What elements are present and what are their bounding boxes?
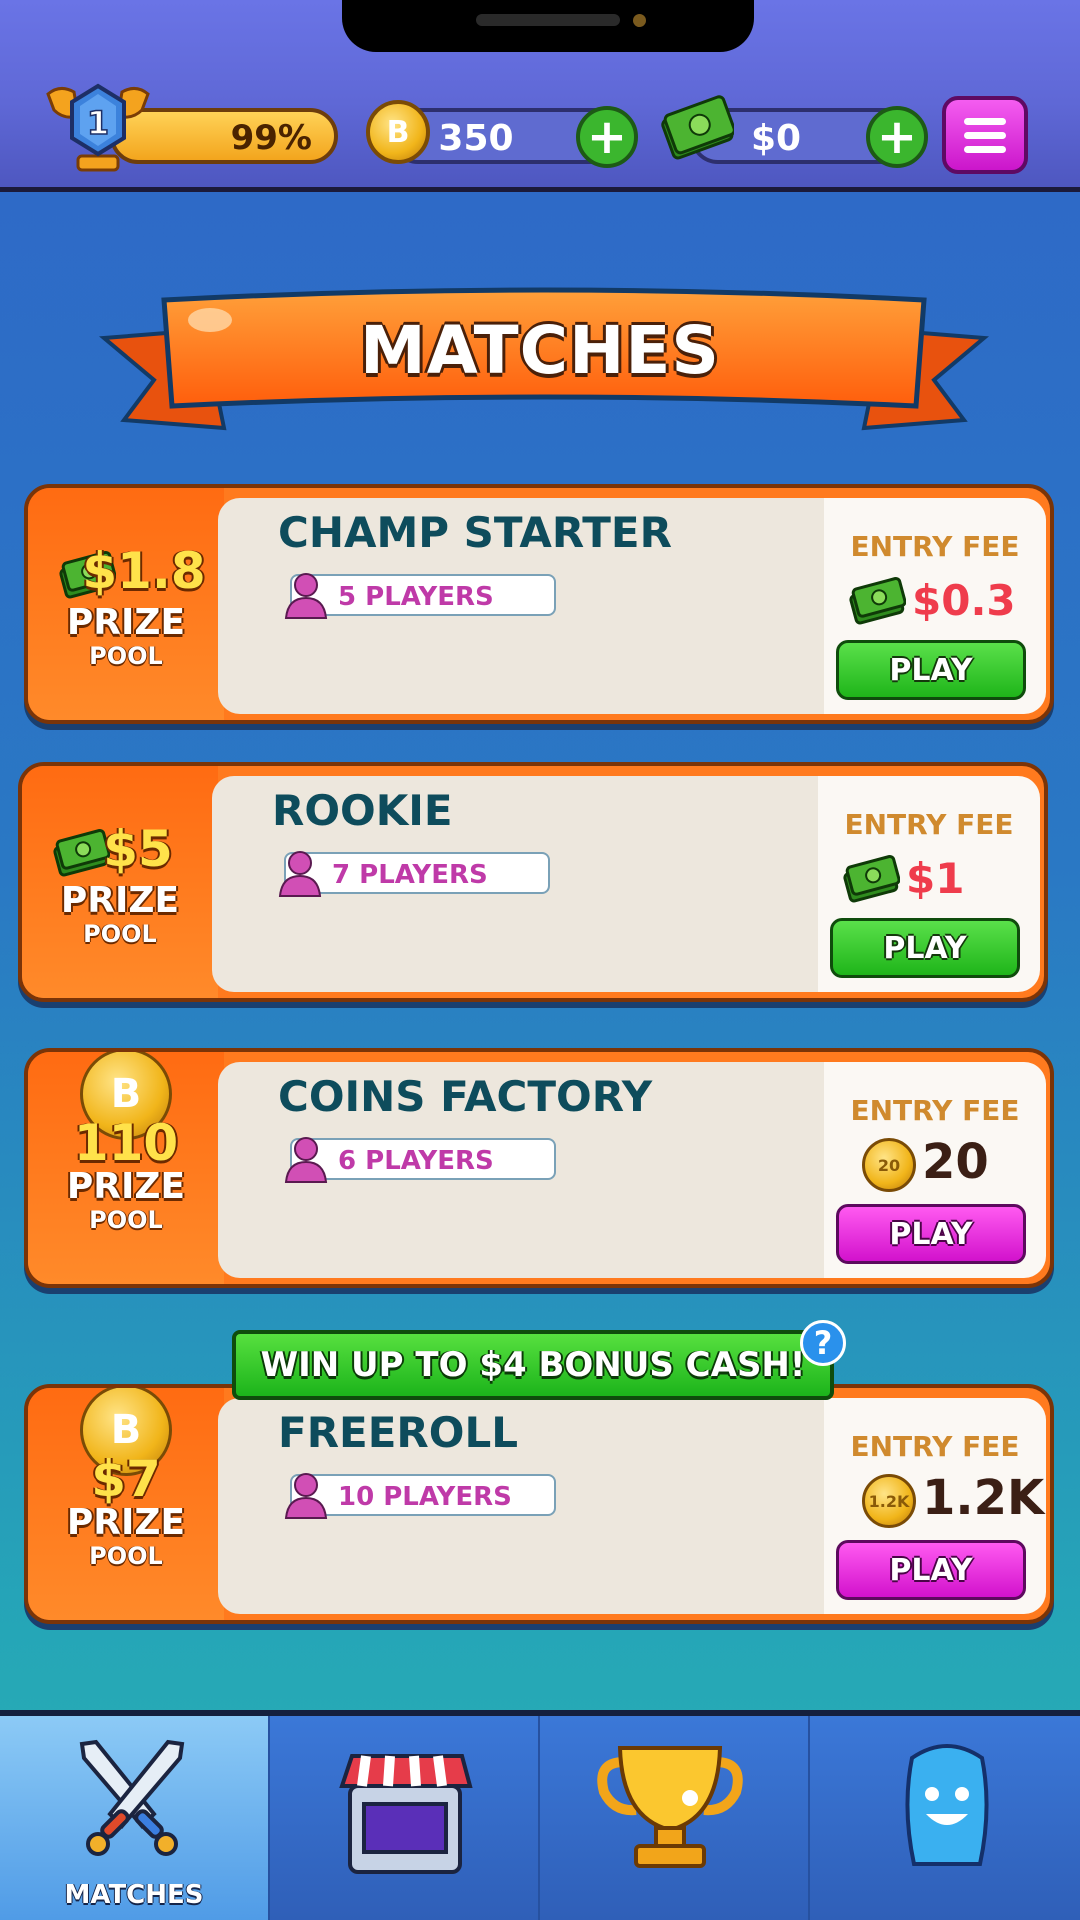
player-icon [282,570,330,620]
device-notch [342,0,754,52]
fee-coin-icon: 1.2K [862,1474,916,1528]
menu-icon [964,117,1006,125]
play-button[interactable]: PLAY [836,640,1026,700]
match-name: ROOKIE [272,786,453,835]
level-trophy-icon[interactable]: 1 [38,76,158,176]
hamburger-menu-button[interactable] [942,96,1028,174]
players-label: 5 PLAYERS [338,582,494,612]
entry-fee-value: $0.3 [912,576,1016,625]
player-icon [282,1134,330,1184]
nav-tab-leaderboard[interactable] [540,1716,810,1920]
level-number: 1 [87,104,109,142]
nav-label-matches: MATCHES [64,1880,204,1910]
coin-icon: B [366,100,430,164]
page-title: MATCHES [360,312,720,389]
match-card[interactable]: B 110 PRIZE POOL COINS FACTORY 6 PLAYERS ENTRY… [24,1048,1054,1288]
entry-fee-value: 1.2K [922,1470,1045,1526]
match-name: CHAMP STARTER [278,508,672,557]
shop-icon [339,1754,473,1874]
bonus-cash-banner[interactable]: WIN UP TO $4 BONUS CASH! [232,1330,834,1400]
match-card[interactable]: B $7 PRIZE POOL FREEROLL 10 PLAYERS ENTRY FEE 1… [24,1384,1054,1624]
cash-stack-icon [661,95,734,160]
entry-fee-label: ENTRY FEE [844,808,1014,841]
match-name: FREEROLL [278,1408,518,1457]
pool-label: POOL [89,1206,163,1234]
prize-amount: $5 [103,820,173,878]
prize-label: PRIZE [66,1166,186,1207]
player-icon [276,848,324,898]
prize-amount: $7 [91,1450,161,1508]
match-card[interactable]: $5 PRIZE POOL ROOKIE 7 PLAYERS ENTRY FEE $1 PLA… [18,762,1048,1002]
players-label: 10 PLAYERS [338,1482,512,1512]
play-button[interactable]: PLAY [836,1204,1026,1264]
entry-fee-label: ENTRY FEE [850,530,1020,563]
player-icon [282,1470,330,1520]
prize-label: PRIZE [60,880,180,921]
crossed-swords-icon [79,1739,185,1856]
profile-avatar-icon [905,1744,989,1866]
players-label: 7 PLAYERS [332,860,488,890]
prize-amount: $1.8 [82,542,206,600]
entry-fee-value: $1 [906,854,965,903]
entry-fee-label: ENTRY FEE [850,1430,1020,1463]
prize-label: PRIZE [66,602,186,643]
nav-tab-shop[interactable] [270,1716,540,1920]
fee-coin-icon: 20 [862,1138,916,1192]
play-button[interactable]: PLAY [836,1540,1026,1600]
fee-cash-icon [842,854,901,904]
entry-fee-value: 20 [922,1134,989,1190]
add-coins-button[interactable]: + [576,106,638,168]
match-card[interactable]: $1.8 PRIZE POOL CHAMP STARTER 5 PLAYERS ENTRY… [24,484,1054,724]
bottom-navigation: MATCHES [0,1710,1080,1920]
prize-label: PRIZE [66,1502,186,1543]
entry-fee-label: ENTRY FEE [850,1094,1020,1127]
prize-amount: 110 [73,1114,179,1172]
xp-percent: 99% [230,118,312,158]
trophy-icon [597,1746,743,1868]
players-label: 6 PLAYERS [338,1146,494,1176]
nav-tab-profile[interactable] [810,1716,1080,1920]
fee-cash-icon [848,576,907,626]
match-name: COINS FACTORY [278,1072,653,1121]
nav-tab-matches[interactable]: MATCHES [0,1716,270,1920]
help-icon[interactable]: ? [800,1320,846,1366]
pool-label: POOL [83,920,157,948]
play-button[interactable]: PLAY [830,918,1020,978]
pool-label: POOL [89,642,163,670]
add-cash-button[interactable]: + [866,106,928,168]
pool-label: POOL [89,1542,163,1570]
